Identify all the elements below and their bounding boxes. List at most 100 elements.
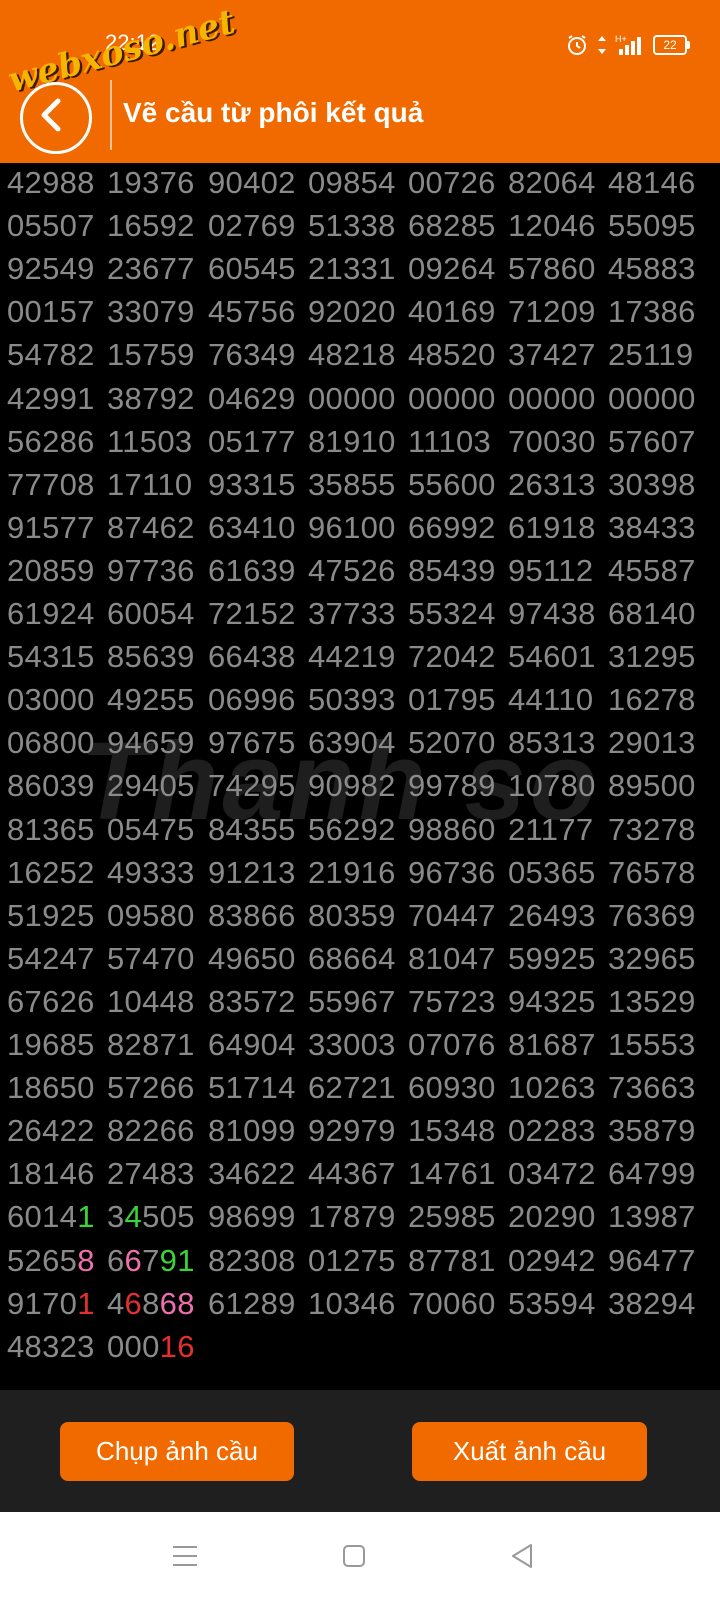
- grid-cell: 17879: [308, 1199, 396, 1235]
- grid-cell: 64799: [608, 1156, 696, 1192]
- grid-cell: 00016: [107, 1328, 195, 1364]
- grid-cell: 87781: [408, 1242, 496, 1278]
- grid-cell: 67626: [7, 983, 95, 1019]
- grid-cell: 70447: [408, 897, 496, 933]
- grid-cell: 55600: [408, 466, 496, 502]
- grid-cell: 82308: [208, 1242, 296, 1278]
- grid-cell: 23677: [107, 251, 195, 287]
- grid-cell: 92549: [7, 251, 95, 287]
- grid-cell: 90402: [208, 165, 296, 200]
- grid-cell: 54601: [508, 639, 596, 675]
- grid-cell: 94325: [508, 983, 596, 1019]
- grid-cell: 76578: [608, 854, 696, 890]
- grid-cell: 49650: [208, 940, 296, 976]
- grid-cell: 00000: [308, 380, 396, 416]
- grid-cell: 76349: [208, 337, 296, 373]
- grid-cell: 60545: [208, 251, 296, 287]
- grid-cell: 66791: [107, 1242, 195, 1278]
- grid-cell: 15348: [408, 1113, 496, 1149]
- grid-cell: 35879: [608, 1113, 696, 1149]
- grid-cell: 76369: [608, 897, 696, 933]
- grid-cell: 82064: [508, 165, 596, 200]
- grid-cell: 04629: [208, 380, 296, 416]
- export-image-button[interactable]: Xuất ảnh cầu: [412, 1422, 647, 1481]
- grid-cell: 38792: [107, 380, 195, 416]
- grid-cell: 86039: [7, 768, 95, 804]
- grid-cell: 29013: [608, 725, 696, 761]
- page-title: Vẽ cầu từ phôi kết quả: [123, 97, 424, 128]
- back-button[interactable]: [20, 82, 92, 154]
- grid-cell: 32965: [608, 940, 696, 976]
- grid-cell: 34622: [208, 1156, 296, 1192]
- grid-cell: 00157: [7, 294, 95, 330]
- grid-cell: 03000: [7, 682, 95, 718]
- grid-cell: 90982: [308, 768, 396, 804]
- grid-cell: 97438: [508, 596, 596, 631]
- grid-cell: 19376: [107, 165, 195, 200]
- grid-cell: 97736: [107, 552, 195, 588]
- grid-cell: 96477: [608, 1242, 696, 1278]
- grid-cell: 05365: [508, 854, 596, 890]
- grid-cell: 97675: [208, 725, 296, 761]
- grid-cell: 57607: [608, 423, 696, 459]
- grid-cell: 40169: [408, 294, 496, 330]
- grid-cell: 10448: [107, 983, 195, 1019]
- data-transfer-icon: [598, 36, 606, 54]
- grid-cell: 57266: [107, 1070, 195, 1106]
- capture-image-button[interactable]: Chụp ảnh cầu: [60, 1422, 294, 1481]
- grid-cell: 51925: [7, 897, 95, 933]
- grid-cell: 57860: [508, 251, 596, 287]
- grid-cell: 55095: [608, 208, 696, 244]
- grid-cell: 81365: [7, 811, 95, 847]
- grid-cell: 98699: [208, 1199, 296, 1235]
- grid-cell: 02283: [508, 1113, 596, 1149]
- battery-level: 22: [653, 35, 687, 55]
- grid-cell: 30398: [608, 466, 696, 502]
- grid-cell: 54782: [7, 337, 95, 373]
- grid-cell: 82266: [107, 1113, 195, 1149]
- grid-cell: 12046: [508, 208, 596, 244]
- grid-cell: 60141: [7, 1199, 95, 1235]
- back-triangle-icon[interactable]: [510, 1543, 534, 1569]
- grid-cell: 11103: [408, 423, 492, 459]
- system-nav-bar: [0, 1512, 720, 1600]
- grid-cell: 38294: [608, 1285, 696, 1321]
- grid-cell: 70030: [508, 423, 596, 459]
- grid-cell: 92020: [308, 294, 396, 330]
- grid-cell: 61918: [508, 509, 596, 545]
- home-square-icon[interactable]: [342, 1544, 366, 1568]
- grid-cell: 11503: [107, 423, 193, 459]
- grid-cell: 34505: [107, 1199, 195, 1235]
- grid-cell: 15759: [107, 337, 195, 373]
- grid-cell: 81910: [308, 423, 396, 459]
- grid-cell: 48146: [608, 165, 696, 200]
- grid-cell: 84355: [208, 811, 296, 847]
- grid-cell: 93315: [208, 466, 296, 502]
- grid-cell: 17386: [608, 294, 696, 330]
- header-divider: [110, 80, 112, 150]
- grid-cell: 45756: [208, 294, 296, 330]
- grid-cell: 01795: [408, 682, 496, 718]
- grid-cell: 83572: [208, 983, 296, 1019]
- grid-cell: 57470: [107, 940, 195, 976]
- grid-cell: 33003: [308, 1027, 396, 1062]
- grid-cell: 52658: [7, 1242, 95, 1278]
- grid-cell: 91213: [208, 854, 296, 890]
- grid-cell: 96736: [408, 854, 496, 890]
- grid-cell: 62721: [308, 1070, 396, 1106]
- grid-cell: 21916: [308, 854, 396, 890]
- signal-icon: H+: [615, 34, 641, 55]
- grid-cell: 37733: [308, 596, 396, 631]
- grid-cell: 06996: [208, 682, 296, 718]
- grid-cell: 01275: [308, 1242, 396, 1278]
- menu-icon[interactable]: [172, 1544, 198, 1568]
- grid-cell: 10780: [508, 768, 596, 804]
- grid-cell: 95112: [508, 552, 594, 588]
- grid-cell: 73663: [608, 1070, 696, 1106]
- chevron-left-icon: [41, 98, 61, 132]
- grid-cell: 09580: [107, 897, 195, 933]
- grid-cell: 82871: [107, 1027, 195, 1062]
- grid-cell: 09854: [308, 165, 396, 200]
- grid-cell: 46868: [107, 1285, 195, 1321]
- alarm-icon: [568, 35, 586, 55]
